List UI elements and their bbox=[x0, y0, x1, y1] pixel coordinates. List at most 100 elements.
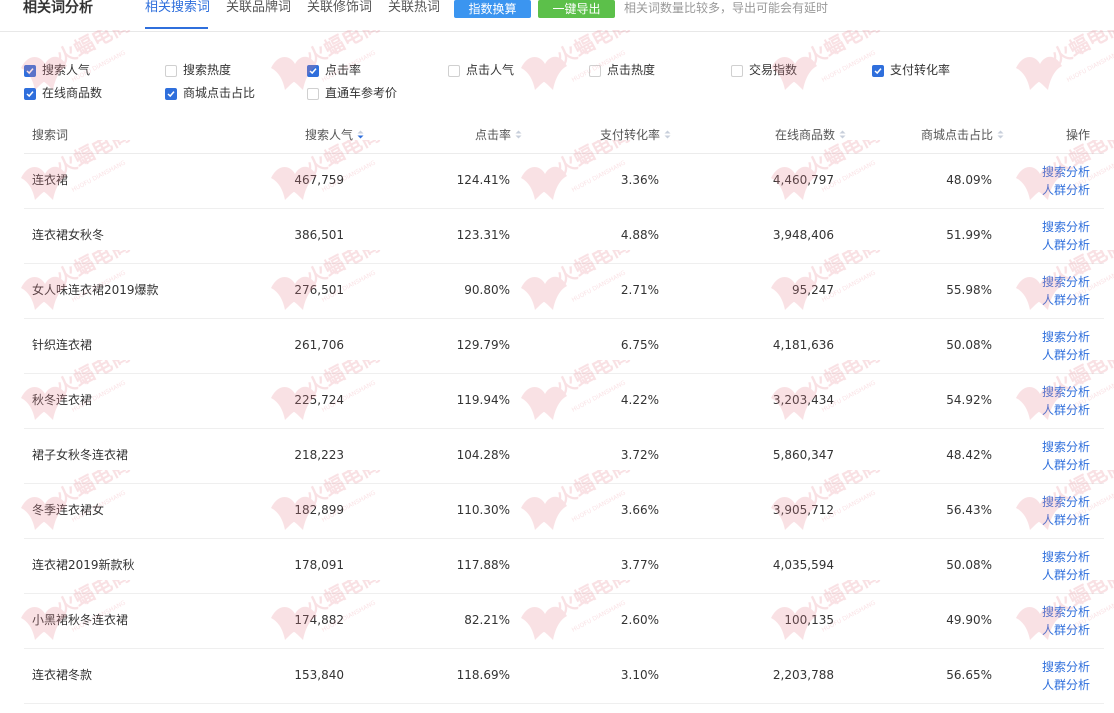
row-actions: 搜索分析 人群分析 bbox=[1042, 383, 1090, 419]
crowd-analysis-link[interactable]: 人群分析 bbox=[1042, 566, 1090, 584]
row-actions: 搜索分析 人群分析 bbox=[1042, 548, 1090, 584]
keyword-cell: 连衣裙女秋冬 bbox=[32, 228, 105, 242]
crowd-analysis-link[interactable]: 人群分析 bbox=[1042, 511, 1090, 529]
mall-click-share-cell: 48.09% bbox=[946, 173, 992, 187]
search-analysis-link[interactable]: 搜索分析 bbox=[1042, 548, 1090, 566]
table-row: 女人味连衣裙2019爆款 276,501 90.80% 2.71% 95,247… bbox=[24, 263, 1104, 319]
table-row: 秋冬连衣裙 225,724 119.94% 4.22% 3,203,434 54… bbox=[24, 373, 1104, 429]
row-actions: 搜索分析 人群分析 bbox=[1042, 328, 1090, 364]
keyword-cell: 连衣裙2019新款秋 bbox=[32, 558, 135, 572]
keyword-cell: 秋冬连衣裙 bbox=[32, 393, 93, 407]
sort-icon[interactable] bbox=[839, 130, 846, 139]
watermark-logo: 火蝠电商 HUOFU DIANSHANG bbox=[1010, 12, 1114, 120]
column-header-actions: 操作 bbox=[1065, 128, 1090, 142]
search-analysis-link[interactable]: 搜索分析 bbox=[1042, 218, 1090, 236]
crowd-analysis-link[interactable]: 人群分析 bbox=[1042, 401, 1090, 419]
search-popularity-cell: 225,724 bbox=[294, 393, 344, 407]
sort-icon[interactable] bbox=[664, 130, 671, 139]
table-row: 连衣裙女秋冬 386,501 123.31% 4.88% 3,948,406 5… bbox=[24, 208, 1104, 264]
search-analysis-link[interactable]: 搜索分析 bbox=[1042, 493, 1090, 511]
column-header-search-popularity[interactable]: 搜索人气 bbox=[305, 118, 364, 153]
tab-related-hot-terms[interactable]: 关联热词 bbox=[388, 0, 440, 16]
mall-click-share-cell: 50.08% bbox=[946, 558, 992, 572]
table-row: 连衣裙2019新款秋 178,091 117.88% 3.77% 4,035,5… bbox=[24, 538, 1104, 594]
crowd-analysis-link[interactable]: 人群分析 bbox=[1042, 621, 1090, 639]
mall-click-share-cell: 48.42% bbox=[946, 448, 992, 462]
svg-text:HUOFU DIANSHANG: HUOFU DIANSHANG bbox=[1066, 49, 1114, 83]
search-popularity-cell: 153,840 bbox=[294, 668, 344, 682]
search-analysis-link[interactable]: 搜索分析 bbox=[1042, 163, 1090, 181]
payment-conversion-cell: 2.60% bbox=[620, 613, 659, 627]
keyword-cell: 针织连衣裙 bbox=[32, 338, 93, 352]
mall-click-share-cell: 56.65% bbox=[946, 668, 992, 682]
online-items-cell: 95,247 bbox=[792, 283, 834, 297]
crowd-analysis-link[interactable]: 人群分析 bbox=[1042, 346, 1090, 364]
crowd-analysis-link[interactable]: 人群分析 bbox=[1042, 291, 1090, 309]
payment-conversion-cell: 6.75% bbox=[620, 338, 659, 352]
table-row: 裙子女秋冬连衣裙 218,223 104.28% 3.72% 5,860,347… bbox=[24, 428, 1104, 484]
click-rate-cell: 129.79% bbox=[456, 338, 510, 352]
table-row: 连衣裙冬款 153,840 118.69% 3.10% 2,203,788 56… bbox=[24, 648, 1104, 704]
keyword-cell: 裙子女秋冬连衣裙 bbox=[32, 448, 129, 462]
sort-desc-active-icon[interactable] bbox=[357, 130, 364, 139]
crowd-analysis-link[interactable]: 人群分析 bbox=[1042, 236, 1090, 254]
column-header-payment-conversion[interactable]: 支付转化率 bbox=[600, 118, 671, 153]
search-analysis-link[interactable]: 搜索分析 bbox=[1042, 438, 1090, 456]
online-items-cell: 3,203,434 bbox=[772, 393, 834, 407]
mall-click-share-cell: 49.90% bbox=[946, 613, 992, 627]
online-items-cell: 2,203,788 bbox=[772, 668, 834, 682]
tab-related-search-terms[interactable]: 相关搜索词 bbox=[145, 0, 210, 16]
table-row: 小黑裙秋冬连衣裙 174,882 82.21% 2.60% 100,135 49… bbox=[24, 593, 1104, 649]
search-analysis-link[interactable]: 搜索分析 bbox=[1042, 658, 1090, 676]
click-rate-cell: 110.30% bbox=[456, 503, 510, 517]
click-rate-cell: 82.21% bbox=[464, 613, 510, 627]
payment-conversion-cell: 3.77% bbox=[620, 558, 659, 572]
payment-conversion-cell: 2.71% bbox=[620, 283, 659, 297]
sort-icon[interactable] bbox=[515, 130, 522, 139]
row-actions: 搜索分析 人群分析 bbox=[1042, 658, 1090, 694]
search-analysis-link[interactable]: 搜索分析 bbox=[1042, 603, 1090, 621]
search-popularity-cell: 261,706 bbox=[294, 338, 344, 352]
search-analysis-link[interactable]: 搜索分析 bbox=[1042, 328, 1090, 346]
column-header-keyword: 搜索词 bbox=[32, 128, 69, 142]
svg-text:火蝠电商: 火蝠电商 bbox=[1047, 30, 1114, 70]
checkbox-icon bbox=[872, 65, 884, 77]
column-header-mall-click-share[interactable]: 商城点击占比 bbox=[921, 118, 1004, 153]
row-actions: 搜索分析 人群分析 bbox=[1042, 493, 1090, 529]
export-button[interactable]: 一键导出 bbox=[538, 0, 615, 18]
search-analysis-link[interactable]: 搜索分析 bbox=[1042, 383, 1090, 401]
checkbox-icon bbox=[448, 65, 460, 77]
online-items-cell: 5,860,347 bbox=[772, 448, 834, 462]
search-popularity-cell: 276,501 bbox=[294, 283, 344, 297]
search-analysis-link[interactable]: 搜索分析 bbox=[1042, 273, 1090, 291]
crowd-analysis-link[interactable]: 人群分析 bbox=[1042, 456, 1090, 474]
tab-related-modifier-terms[interactable]: 关联修饰词 bbox=[307, 0, 372, 16]
mall-click-share-cell: 56.43% bbox=[946, 503, 992, 517]
click-rate-cell: 90.80% bbox=[464, 283, 510, 297]
checkbox-icon bbox=[589, 65, 601, 77]
crowd-analysis-link[interactable]: 人群分析 bbox=[1042, 181, 1090, 199]
keyword-cell: 连衣裙冬款 bbox=[32, 668, 93, 682]
click-rate-cell: 119.94% bbox=[456, 393, 510, 407]
payment-conversion-cell: 3.10% bbox=[620, 668, 659, 682]
click-rate-cell: 123.31% bbox=[456, 228, 510, 242]
tab-related-brand-terms[interactable]: 关联品牌词 bbox=[226, 0, 291, 16]
column-header-click-rate[interactable]: 点击率 bbox=[475, 118, 522, 153]
svg-text:火蝠电商: 火蝠电商 bbox=[802, 30, 884, 70]
online-items-cell: 4,035,594 bbox=[772, 558, 834, 572]
row-actions: 搜索分析 人群分析 bbox=[1042, 273, 1090, 309]
search-popularity-cell: 386,501 bbox=[294, 228, 344, 242]
mall-click-share-cell: 54.92% bbox=[946, 393, 992, 407]
row-actions: 搜索分析 人群分析 bbox=[1042, 438, 1090, 474]
checkbox-icon bbox=[24, 65, 36, 77]
mall-click-share-cell: 50.08% bbox=[946, 338, 992, 352]
sort-icon[interactable] bbox=[997, 130, 1004, 139]
online-items-cell: 100,135 bbox=[784, 613, 834, 627]
export-hint-text: 相关词数量比较多，导出可能会有延时 bbox=[624, 1, 829, 15]
mall-click-share-cell: 51.99% bbox=[946, 228, 992, 242]
column-header-online-items[interactable]: 在线商品数 bbox=[775, 118, 846, 153]
click-rate-cell: 104.28% bbox=[456, 448, 510, 462]
index-convert-button[interactable]: 指数换算 bbox=[454, 0, 531, 18]
crowd-analysis-link[interactable]: 人群分析 bbox=[1042, 676, 1090, 694]
checkbox-icon bbox=[165, 88, 177, 100]
